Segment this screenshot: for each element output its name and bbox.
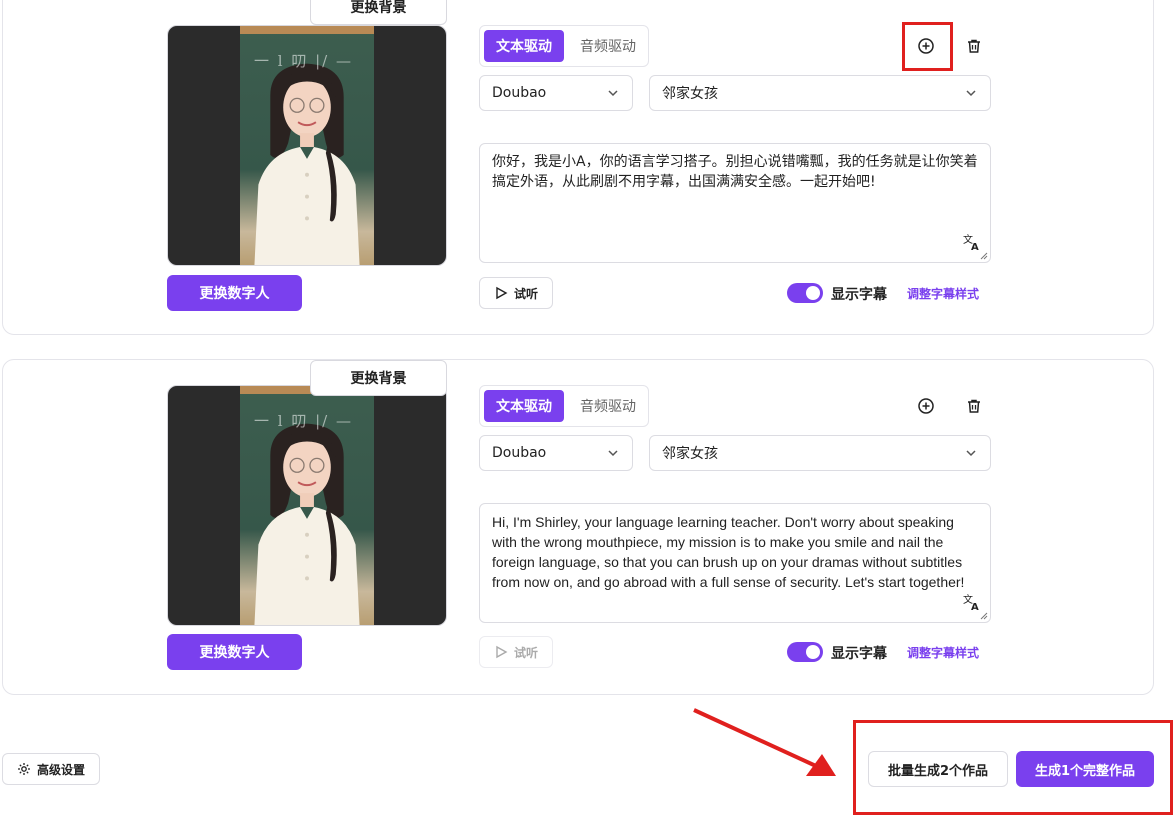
delete-segment-icon[interactable] (962, 394, 986, 418)
segment-card-1: 一 l 叨 |/ — 更换数字人 更换背景 文本驱动 音频驱动 Doubao 邻… (2, 0, 1154, 335)
preview-listen-button[interactable]: 试听 (479, 277, 553, 309)
script-textarea[interactable]: 你好，我是小A，你的语言学习搭子。别担心说错嘴瓢，我的任务就是让你笑着搞定外语，… (479, 143, 991, 263)
subtitle-label: 显示字幕 (831, 646, 887, 662)
translate-icon[interactable]: 文A (962, 592, 982, 612)
model-select[interactable]: Doubao (479, 75, 633, 111)
batch-generate-button[interactable]: 批量生成2个作品 (868, 751, 1008, 787)
avatar-preview: 一 l 叨 |/ — (167, 25, 447, 266)
swap-background-button[interactable]: 更换背景 (310, 360, 447, 396)
chalkboard-writing: 一 l 叨 |/ — (254, 412, 353, 430)
drive-mode-tabs: 文本驱动 音频驱动 (479, 25, 649, 67)
subtitle-toggle[interactable] (787, 283, 823, 303)
segment-card-2: 一 l 叨 |/ — 更换数字人 更换背景 文本驱动 音频驱动 Doubao 邻… (2, 359, 1154, 695)
voice-select-value: 邻家女孩 (662, 446, 718, 462)
tab-audio-drive[interactable]: 音频驱动 (568, 30, 648, 62)
swap-avatar-button[interactable]: 更换数字人 (167, 634, 302, 670)
chalkboard-writing: 一 l 叨 |/ — (254, 52, 353, 70)
voice-select[interactable]: 邻家女孩 (649, 75, 991, 111)
subtitle-label: 显示字幕 (831, 287, 887, 303)
play-icon (496, 286, 508, 300)
drive-mode-tabs: 文本驱动 音频驱动 (479, 385, 649, 427)
swap-avatar-button[interactable]: 更换数字人 (167, 275, 302, 311)
advanced-settings-button[interactable]: 高级设置 (2, 753, 100, 785)
chevron-down-icon (608, 90, 618, 97)
chevron-down-icon (608, 450, 618, 457)
avatar-preview: 一 l 叨 |/ — (167, 385, 447, 626)
listen-label: 试听 (513, 286, 538, 301)
script-text: Hi, I'm Shirley, your language learning … (492, 514, 965, 590)
preview-listen-button[interactable]: 试听 (479, 636, 553, 668)
svg-text:A: A (971, 602, 979, 612)
delete-segment-icon[interactable] (962, 34, 986, 58)
generate-full-button[interactable]: 生成1个完整作品 (1016, 751, 1154, 787)
swap-background-button[interactable]: 更换背景 (310, 0, 447, 25)
script-text: 你好，我是小A，你的语言学习搭子。别担心说错嘴瓢，我的任务就是让你笑着搞定外语，… (492, 154, 978, 190)
play-icon (496, 645, 508, 659)
advanced-settings-label: 高级设置 (36, 762, 85, 777)
translate-icon[interactable]: 文A (962, 232, 982, 252)
add-segment-icon[interactable] (914, 394, 938, 418)
model-select[interactable]: Doubao (479, 435, 633, 471)
resize-handle-icon[interactable] (980, 612, 988, 620)
subtitle-style-link[interactable]: 调整字幕样式 (907, 644, 979, 661)
tab-audio-drive[interactable]: 音频驱动 (568, 390, 648, 422)
model-select-value: Doubao (492, 445, 547, 461)
chevron-down-icon (966, 90, 976, 97)
subtitle-style-link[interactable]: 调整字幕样式 (907, 285, 979, 302)
subtitle-toggle[interactable] (787, 642, 823, 662)
annotation-highlight-box (902, 22, 953, 71)
voice-select[interactable]: 邻家女孩 (649, 435, 991, 471)
gear-icon (17, 763, 30, 775)
annotation-arrow-icon (693, 708, 836, 776)
svg-text:A: A (971, 242, 979, 252)
tab-text-drive[interactable]: 文本驱动 (484, 30, 564, 62)
chevron-down-icon (966, 450, 976, 457)
model-select-value: Doubao (492, 85, 547, 101)
voice-select-value: 邻家女孩 (662, 86, 718, 102)
resize-handle-icon[interactable] (980, 252, 988, 260)
listen-label: 试听 (513, 645, 538, 660)
tab-text-drive[interactable]: 文本驱动 (484, 390, 564, 422)
script-textarea[interactable]: Hi, I'm Shirley, your language learning … (479, 503, 991, 623)
